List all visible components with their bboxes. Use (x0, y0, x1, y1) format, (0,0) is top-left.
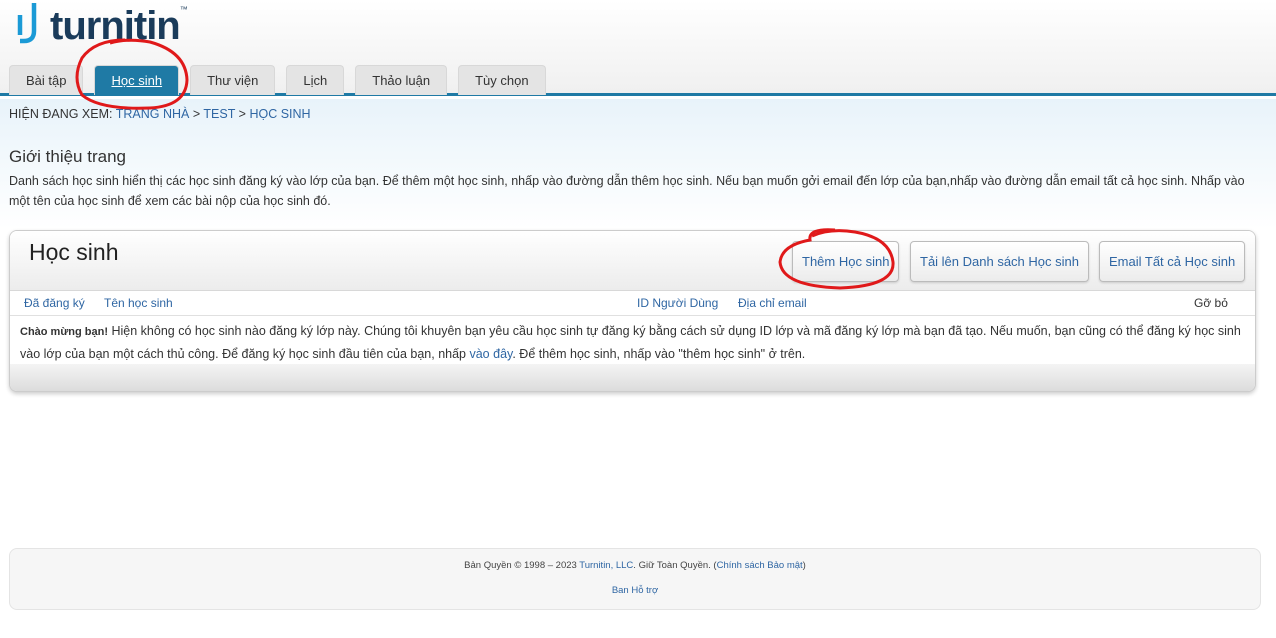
tab-preferences[interactable]: Tùy chọn (458, 65, 546, 95)
panel-footer (10, 364, 1255, 391)
empty-message-tail: . Để thêm học sinh, nhấp vào "thêm học s… (512, 347, 806, 361)
panel-title: Học sinh (29, 239, 119, 265)
page-header: turnitin™ Bài tập Học sinh Thư viện Lịch… (0, 0, 1276, 96)
panel-header: Học sinh Thêm Học sinh Tải lên Danh sách… (10, 231, 1255, 291)
tab-assignments[interactable]: Bài tập (9, 65, 84, 95)
column-enrolled[interactable]: Đã đăng ký (24, 296, 85, 310)
column-remove: Gỡ bỏ (1194, 296, 1228, 310)
column-student-name[interactable]: Tên học sinh (104, 296, 173, 310)
table-header: Đã đăng ký Tên học sinh ID Người Dùng Đị… (10, 291, 1255, 316)
welcome-label: Chào mừng bạn! (20, 326, 109, 338)
breadcrumb-separator: > (238, 107, 246, 121)
tab-calendar[interactable]: Lịch (286, 65, 345, 95)
intro-title: Giới thiệu trang (9, 147, 126, 166)
breadcrumb-prefix: Hiện đang xem: (9, 107, 113, 121)
enroll-here-link[interactable]: vào đây (469, 347, 512, 361)
turnitin-logo[interactable]: turnitin™ (16, 0, 188, 52)
email-all-students-button[interactable]: Email Tất cả Học sinh (1099, 241, 1246, 282)
privacy-policy-link[interactable]: Chính sách Bảo mật (717, 560, 803, 571)
turnitin-link[interactable]: Turnitin, LLC (579, 560, 633, 571)
column-email[interactable]: Địa chỉ email (738, 296, 807, 310)
intro-text: Danh sách học sinh hiển thị các học sinh… (9, 174, 1245, 208)
support-link[interactable]: Ban Hỗ trợ (612, 585, 658, 596)
support-line: Ban Hỗ trợ (10, 585, 1260, 596)
upload-student-list-button[interactable]: Tải lên Danh sách Học sinh (910, 241, 1089, 282)
breadcrumb-class-link[interactable]: Test (203, 107, 235, 121)
turnitin-logo-icon (17, 3, 37, 44)
column-user-id[interactable]: ID Người Dùng (637, 296, 718, 310)
rights-text: . Giữ Toàn Quyền. ( (633, 560, 717, 571)
copyright-line: Bản Quyền © 1998 – 2023 Turnitin, LLC. G… (10, 560, 1260, 571)
students-panel: Học sinh Thêm Học sinh Tải lên Danh sách… (9, 230, 1256, 392)
breadcrumb-current[interactable]: Học sinh (249, 107, 310, 121)
page-footer: Bản Quyền © 1998 – 2023 Turnitin, LLC. G… (9, 548, 1261, 610)
copyright-text: Bản Quyền © 1998 – 2023 (464, 560, 580, 571)
brand-name: turnitin™ (50, 4, 188, 48)
paren-close: ) (802, 560, 806, 571)
tab-discussion[interactable]: Thảo luận (355, 65, 448, 95)
tab-library[interactable]: Thư viện (190, 65, 276, 95)
main-tabs: Bài tập Học sinh Thư viện Lịch Thảo luận… (9, 65, 557, 95)
tab-students[interactable]: Học sinh (94, 65, 180, 95)
breadcrumb: Hiện đang xem: Trang nhà > Test > Học si… (9, 107, 311, 121)
breadcrumb-separator: > (192, 107, 201, 121)
breadcrumb-home-link[interactable]: Trang nhà (116, 107, 190, 121)
add-student-button[interactable]: Thêm Học sinh (792, 241, 900, 282)
empty-message: Chào mừng bạn! Hiện không có học sinh nà… (10, 316, 1255, 366)
